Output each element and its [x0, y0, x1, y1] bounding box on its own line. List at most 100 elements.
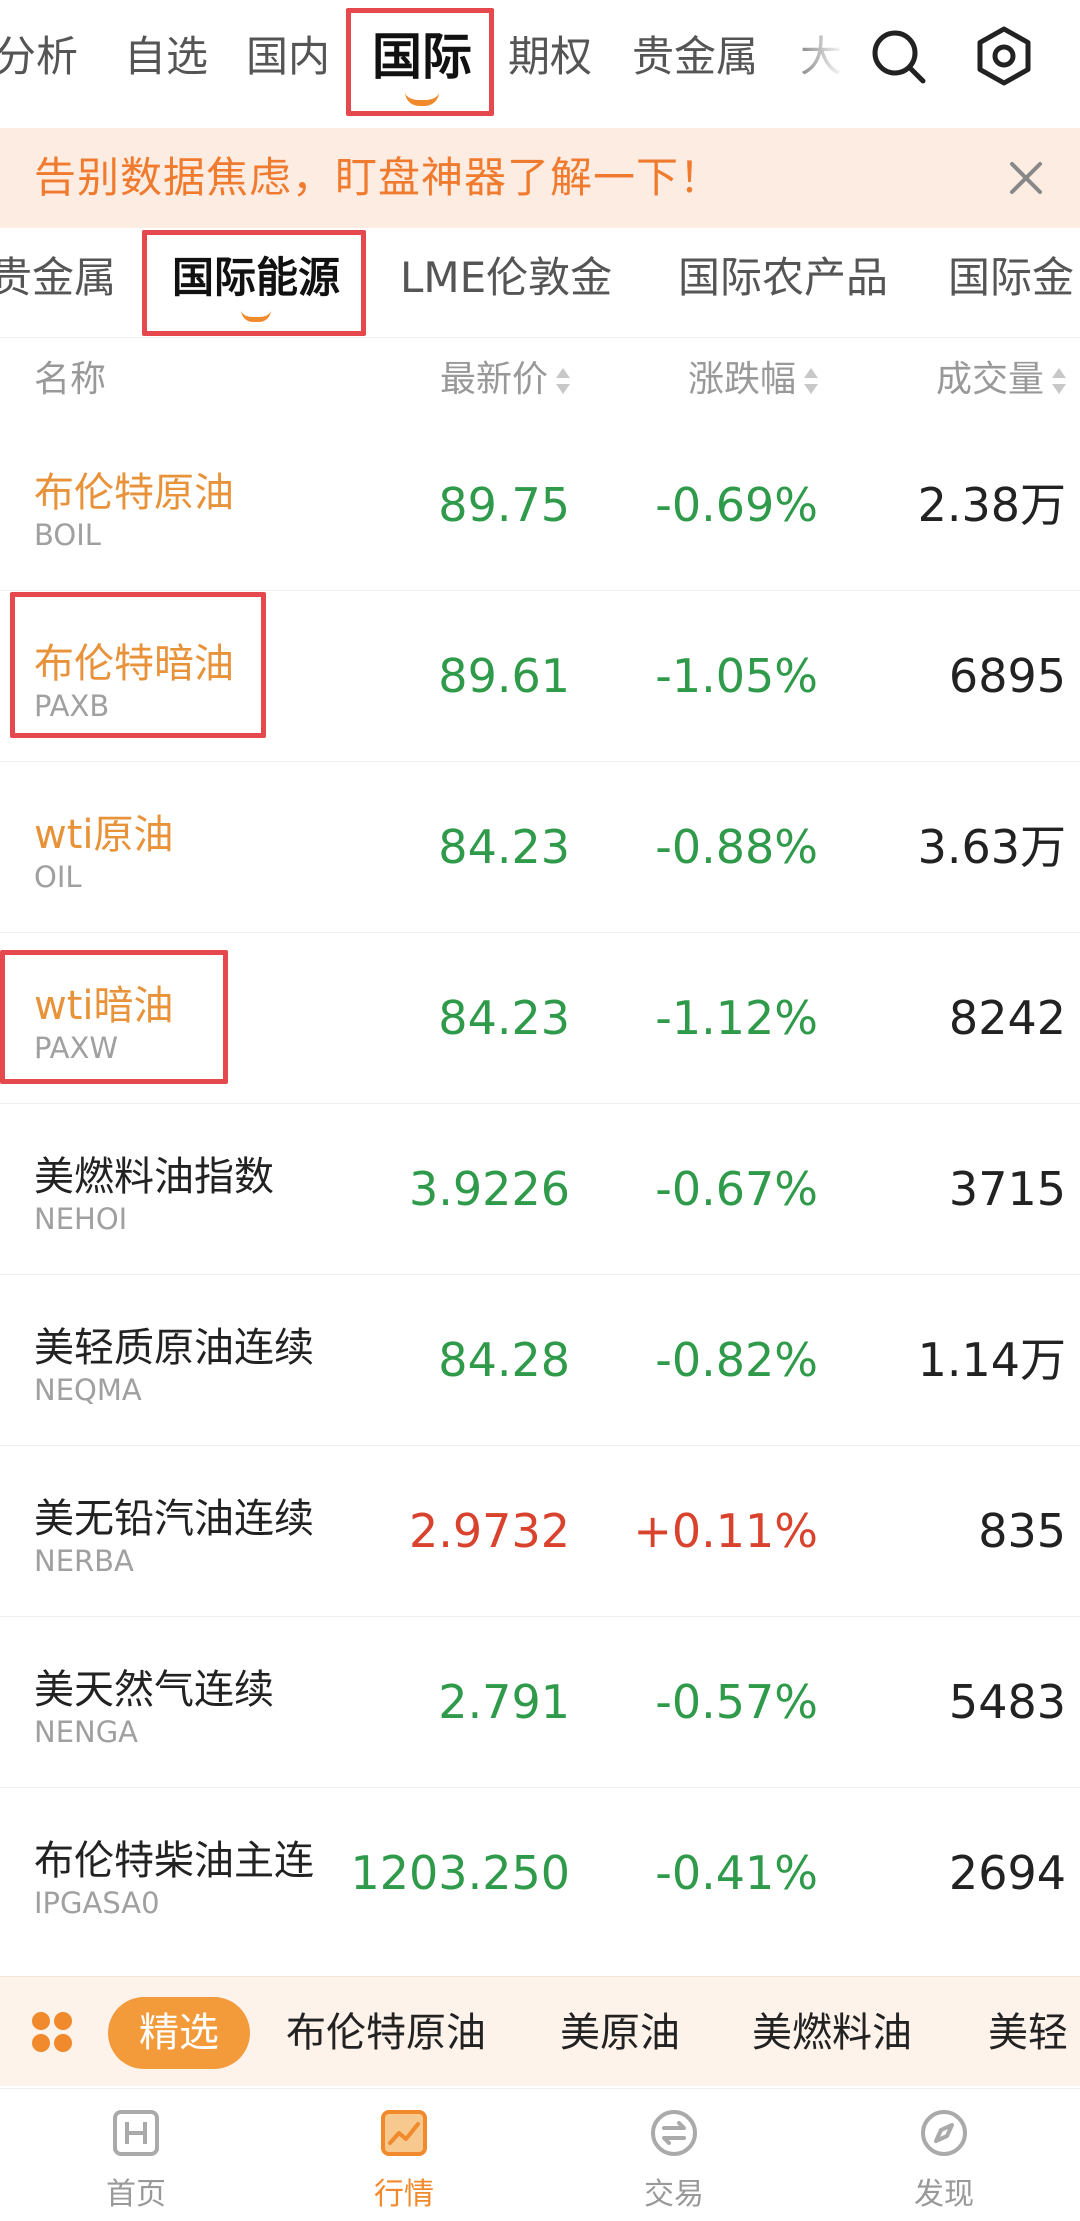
bottom-nav: 首页 行情 交易 发现 [0, 2088, 1080, 2221]
table-row[interactable]: 美轻质原油连续 NEQMA 84.28 -0.82% 1.14万 [0, 1275, 1080, 1446]
header-volume[interactable]: 成交量 [936, 340, 1066, 420]
nav-label: 首页 [106, 2177, 166, 2212]
quick-item[interactable]: 布伦特原油 [286, 1997, 486, 2069]
nav-home[interactable]: 首页 [36, 2089, 236, 2221]
sub-tab-bar: 贵金属 国际能源 LME伦敦金 国际农产品 国际金 [0, 228, 1080, 338]
header-price-label: 最新价 [439, 359, 548, 400]
row-volume: 5483 [948, 1675, 1066, 1729]
top-tab-analysis[interactable]: 分析 [0, 22, 78, 92]
sub-tab-intl-energy-label: 国际能源 [172, 253, 341, 302]
table-row[interactable]: 美燃料油指数 NEHOI 3.9226 -0.67% 3715 [0, 1104, 1080, 1275]
top-tab-watchlist[interactable]: 自选 [124, 22, 208, 92]
row-code: NEQMA [34, 1373, 142, 1407]
sub-tab-intl-agri[interactable]: 国际农产品 [678, 248, 888, 308]
close-icon[interactable] [1002, 154, 1050, 202]
row-volume: 3.63万 [917, 820, 1066, 874]
active-subtab-indicator [241, 310, 271, 322]
row-volume: 2694 [948, 1846, 1066, 1900]
row-price: 84.28 [438, 1333, 570, 1387]
top-tab-bar: 分析 自选 国内 国际 期权 贵金属 大 [0, 0, 1080, 118]
sub-tab-intl-energy[interactable]: 国际能源 [172, 248, 341, 322]
sort-icon [556, 366, 570, 396]
table-row[interactable]: 布伦特原油 BOIL 89.75 -0.69% 2.38万 [0, 420, 1080, 591]
sub-tab-intl-gold[interactable]: 国际金 [948, 248, 1074, 308]
market-chart-icon [381, 2110, 427, 2156]
top-tab-domestic[interactable]: 国内 [246, 22, 330, 92]
table-row[interactable]: 布伦特柴油主连 IPGASA0 1203.250 -0.41% 2694 [0, 1788, 1080, 1959]
active-tab-indicator [405, 92, 439, 106]
row-price: 2.791 [438, 1675, 570, 1729]
header-change-label: 涨跌幅 [687, 359, 796, 400]
nav-discover[interactable]: 发现 [844, 2089, 1044, 2221]
top-tab-international[interactable]: 国际 [372, 22, 472, 106]
discover-compass-icon [921, 2110, 967, 2156]
search-icon[interactable] [866, 24, 930, 88]
table-row[interactable]: 布伦特暗油 PAXB 89.61 -1.05% 6895 [0, 591, 1080, 762]
row-volume: 6895 [948, 649, 1066, 703]
row-volume: 3715 [948, 1162, 1066, 1216]
grid-menu-icon[interactable] [30, 2010, 74, 2054]
row-price: 2.9732 [409, 1504, 570, 1558]
table-row[interactable]: 美无铅汽油连续 NERBA 2.9732 +0.11% 835 [0, 1446, 1080, 1617]
tab-fade [780, 0, 860, 118]
row-volume: 2.38万 [917, 478, 1066, 532]
quick-pill-featured[interactable]: 精选 [108, 1997, 250, 2069]
table-row[interactable]: wti原油 OIL 84.23 -0.88% 3.63万 [0, 762, 1080, 933]
row-price: 84.23 [438, 820, 570, 874]
nav-market[interactable]: 行情 [304, 2089, 504, 2221]
row-name: 布伦特原油 [34, 470, 234, 516]
trade-exchange-icon [651, 2110, 697, 2156]
quick-bar: 精选 布伦特原油 美原油 美燃料油 美轻 [0, 1976, 1080, 2086]
row-change: -0.69% [655, 478, 818, 532]
row-price: 89.61 [438, 649, 570, 703]
row-name: 美轻质原油连续 [34, 1325, 314, 1371]
row-code: NEHOI [34, 1202, 128, 1236]
header-volume-label: 成交量 [935, 359, 1044, 400]
header-name: 名称 [34, 359, 107, 400]
quote-list: 布伦特原油 BOIL 89.75 -0.69% 2.38万 布伦特暗油 PAXB… [0, 420, 1080, 1959]
row-change: -0.41% [655, 1846, 818, 1900]
row-change: -0.82% [655, 1333, 818, 1387]
top-tab-options[interactable]: 期权 [508, 22, 592, 92]
row-code: PAXB [34, 689, 110, 723]
row-change: +0.11% [633, 1504, 818, 1558]
settings-hexagon-icon[interactable] [972, 24, 1036, 88]
row-price: 3.9226 [409, 1162, 570, 1216]
row-change: -0.67% [655, 1162, 818, 1216]
quick-item[interactable]: 美轻 [988, 1997, 1068, 2069]
top-tab-precious-metals[interactable]: 贵金属 [632, 22, 758, 92]
row-name: wti原油 [34, 812, 174, 858]
row-change: -1.12% [655, 991, 818, 1045]
sub-tab-precious-metals[interactable]: 贵金属 [0, 248, 116, 308]
nav-trade[interactable]: 交易 [574, 2089, 774, 2221]
sort-icon [804, 366, 818, 396]
quick-item[interactable]: 美原油 [560, 1997, 680, 2069]
nav-label: 交易 [644, 2177, 704, 2212]
row-price: 84.23 [438, 991, 570, 1045]
quick-item[interactable]: 美燃料油 [752, 1997, 912, 2069]
row-code: NENGA [34, 1715, 139, 1749]
row-change: -0.88% [655, 820, 818, 874]
table-row[interactable]: wti暗油 PAXW 84.23 -1.12% 8242 [0, 933, 1080, 1104]
row-change: -0.57% [655, 1675, 818, 1729]
sub-tab-lme[interactable]: LME伦敦金 [400, 248, 612, 308]
row-name: 美天然气连续 [34, 1667, 274, 1713]
row-volume: 835 [978, 1504, 1066, 1558]
header-change[interactable]: 涨跌幅 [688, 340, 818, 420]
row-price: 89.75 [438, 478, 570, 532]
nav-label: 发现 [914, 2177, 974, 2212]
row-name: 布伦特柴油主连 [34, 1838, 314, 1884]
header-price[interactable]: 最新价 [440, 340, 570, 420]
row-code: NERBA [34, 1544, 134, 1578]
sort-icon [1052, 366, 1066, 396]
row-code: IPGASA0 [34, 1886, 160, 1920]
table-header: 名称 最新价 涨跌幅 成交量 [0, 340, 1080, 420]
promo-banner[interactable]: 告别数据焦虑，盯盘神器了解一下！ [0, 128, 1080, 228]
row-volume: 8242 [948, 991, 1066, 1045]
row-code: OIL [34, 860, 82, 894]
row-code: BOIL [34, 518, 101, 552]
home-h-icon [113, 2110, 159, 2156]
table-row[interactable]: 美天然气连续 NENGA 2.791 -0.57% 5483 [0, 1617, 1080, 1788]
row-change: -1.05% [655, 649, 818, 703]
row-name: 布伦特暗油 [34, 641, 234, 687]
